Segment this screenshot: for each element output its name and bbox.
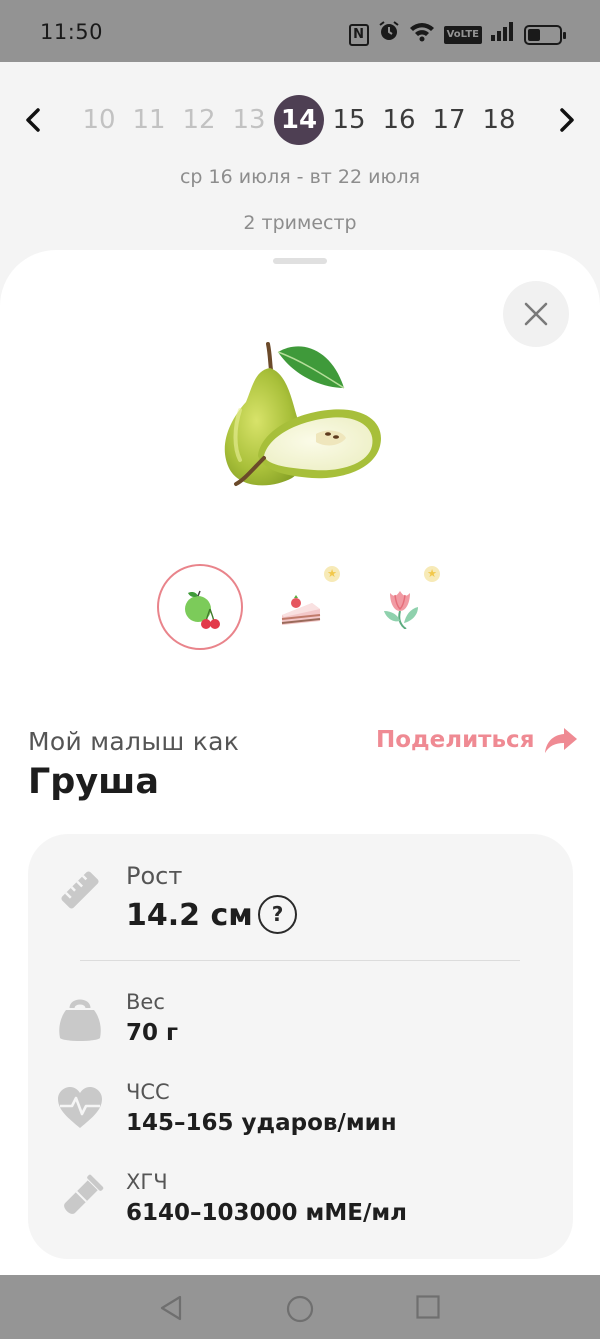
status-bar: 11:50 N VoLTE [0, 0, 600, 62]
status-time: 11:50 [40, 20, 104, 44]
comparison-cake-button[interactable]: ★ [257, 564, 343, 650]
week-item-15[interactable]: 15 [324, 95, 374, 145]
fruit-name: Груша [28, 762, 159, 802]
weight-label: Вес [126, 990, 165, 1014]
chevron-left-icon[interactable] [16, 102, 52, 138]
close-button[interactable] [503, 281, 569, 347]
home-icon[interactable] [286, 1295, 314, 1323]
week-item-14[interactable]: 14 [274, 95, 324, 145]
week-date-range: ср 16 июля - вт 22 июля [179, 166, 421, 188]
week-item-12[interactable]: 12 [174, 95, 224, 145]
hcg-value: 6140–103000 мМЕ/мл [126, 1200, 407, 1226]
share-arrow-icon [545, 728, 578, 753]
share-button[interactable]: Поделиться [376, 720, 578, 760]
signal-icon [491, 21, 515, 48]
help-button[interactable]: ? [258, 895, 297, 934]
heart-pulse-icon [58, 1087, 102, 1128]
recents-icon[interactable] [416, 1295, 440, 1319]
test-tube-icon [64, 1174, 104, 1214]
baby-size-sheet: ★ ★ Мой малыш как Поделиться Груша Рост … [0, 250, 600, 1275]
week-item-17[interactable]: 17 [424, 95, 474, 145]
week-item-11[interactable]: 11 [124, 95, 174, 145]
comparison-selector: ★ ★ [0, 562, 600, 652]
flower-icon [384, 591, 418, 629]
share-label: Поделиться [376, 727, 535, 753]
height-value: 14.2 см [126, 898, 253, 933]
alarm-icon [378, 20, 400, 49]
chevron-right-icon[interactable] [548, 102, 584, 138]
system-nav-bar [0, 1275, 600, 1339]
cake-icon [281, 595, 321, 625]
comparison-flower-button[interactable]: ★ [357, 564, 443, 650]
comparison-fruit-button[interactable] [157, 564, 243, 650]
stats-card: Рост 14.2 см ? Вес 70 г ЧСС 145–165 удар… [28, 834, 573, 1259]
hcg-label: ХГЧ [126, 1170, 168, 1194]
week-list: 10 11 12 13 14 15 16 17 18 [74, 92, 526, 148]
back-icon[interactable] [158, 1295, 184, 1321]
star-icon: ★ [324, 566, 340, 582]
volte-icon: VoLTE [443, 25, 482, 44]
battery-icon [524, 24, 566, 45]
trimester-label: 2 триместр [243, 212, 357, 234]
week-navigator: 10 11 12 13 14 15 16 17 18 [0, 92, 600, 148]
week-item-16[interactable]: 16 [374, 95, 424, 145]
divider [80, 960, 520, 961]
compare-label: Мой малыш как [28, 727, 240, 756]
height-label: Рост [126, 862, 183, 890]
weight-value: 70 г [126, 1020, 179, 1046]
pear-icon [224, 342, 381, 486]
week-item-13[interactable]: 13 [224, 95, 274, 145]
fruit-icon [185, 590, 220, 629]
weight-icon [59, 999, 101, 1041]
heart-rate-value: 145–165 ударов/мин [126, 1110, 397, 1136]
star-icon: ★ [424, 566, 440, 582]
wifi-icon [409, 20, 435, 49]
nfc-icon: N [348, 23, 369, 46]
heart-rate-label: ЧСС [126, 1080, 170, 1104]
week-item-10[interactable]: 10 [74, 95, 124, 145]
status-icons: N VoLTE [348, 20, 566, 49]
week-item-18[interactable]: 18 [474, 95, 524, 145]
drag-handle[interactable] [273, 258, 327, 264]
ruler-icon [61, 871, 99, 909]
close-icon [524, 302, 548, 326]
